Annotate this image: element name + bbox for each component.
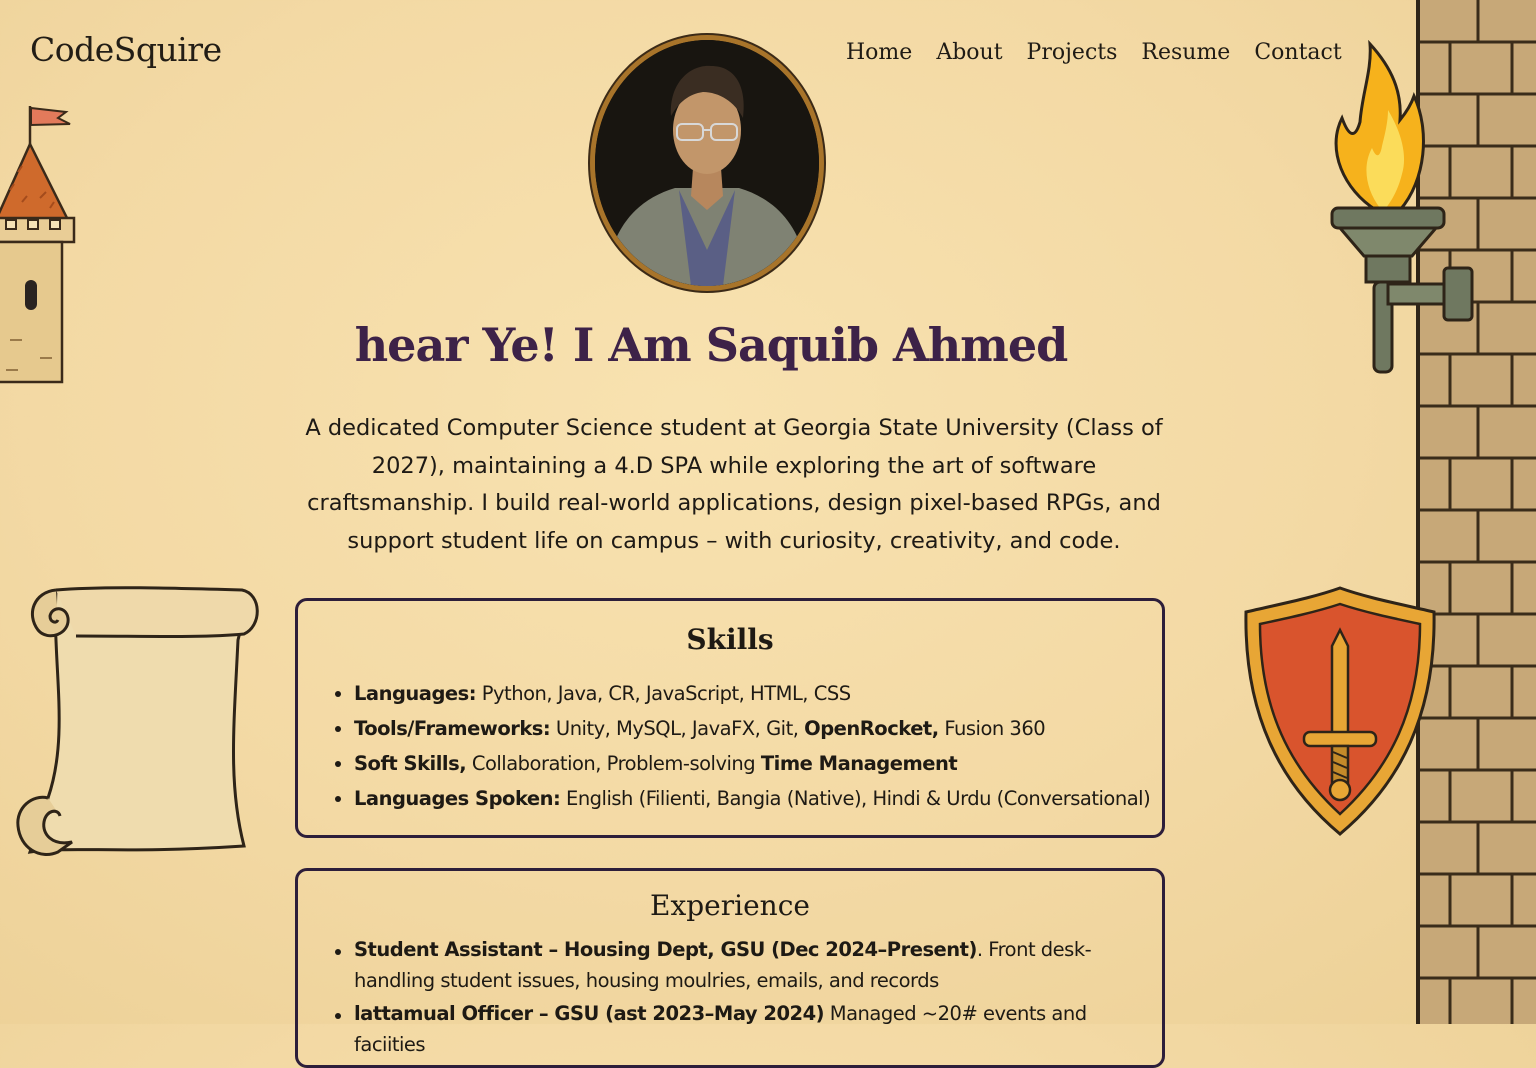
nav-projects[interactable]: Projects [1027,40,1118,65]
skill-label: OpenRocket, [804,717,939,740]
list-item: Tools/Frameworks: Unity, MySQL, JavaFX, … [335,711,1162,746]
skills-list: Languages: Python, Java, CR, JavaScript,… [298,676,1162,816]
list-item: Soft Skills, Collaboration, Problem-solv… [335,746,1162,781]
main-nav: Home About Projects Resume Contact [846,40,1366,65]
experience-heading: Experience [650,889,810,922]
nav-about[interactable]: About [936,40,1002,65]
parchment-scroll-icon [16,586,259,856]
list-item: Languages Spoken: English (Filienti, Ban… [335,781,1162,816]
skills-card: Skills Languages: Python, Java, CR, Java… [295,598,1165,838]
sword-shield-icon [1244,586,1436,836]
skill-label: Soft Skills, [354,752,467,775]
nav-resume[interactable]: Resume [1141,40,1230,65]
nav-contact[interactable]: Contact [1254,40,1341,65]
skills-heading: Skills [686,623,774,656]
skill-text: Unity, MySQL, JavaFX, Git, [550,717,805,740]
experience-list: Student Assistant – Housing Dept, GSU (D… [298,934,1162,1060]
site-logo[interactable]: CodeSquire [30,30,222,69]
skill-text: Fusion 360 [938,717,1046,740]
intro-paragraph: A dedicated Computer Science student at … [305,415,1163,554]
experience-role: Student Assistant – Housing Dept, GSU (D… [354,938,977,961]
skill-text: Python, Java, CR, JavaScript, HTML, CSS [476,682,851,705]
list-item: Student Assistant – Housing Dept, GSU (D… [335,934,1162,996]
nav-home[interactable]: Home [846,40,912,65]
experience-role: lattamual Officer – GSU (ast 2023–May 20… [354,1002,825,1025]
skill-text: English (Filienti, Bangia (Native), Hind… [560,787,1151,810]
list-item: Languages: Python, Java, CR, JavaScript,… [335,676,1162,711]
skill-label: Languages Spoken: [354,787,561,810]
skill-label: Tools/Frameworks: [354,717,551,740]
experience-card: Experience Student Assistant – Housing D… [295,868,1165,1068]
profile-photo [590,35,824,291]
page-title: hear Ye! I Am Saquib Ahmed [354,318,1069,372]
skill-text: Time Management [760,752,958,775]
skill-text: Collaboration, Problem-solving [466,752,761,775]
skill-label: Languages: [354,682,477,705]
list-item: lattamual Officer – GSU (ast 2023–May 20… [335,998,1162,1060]
